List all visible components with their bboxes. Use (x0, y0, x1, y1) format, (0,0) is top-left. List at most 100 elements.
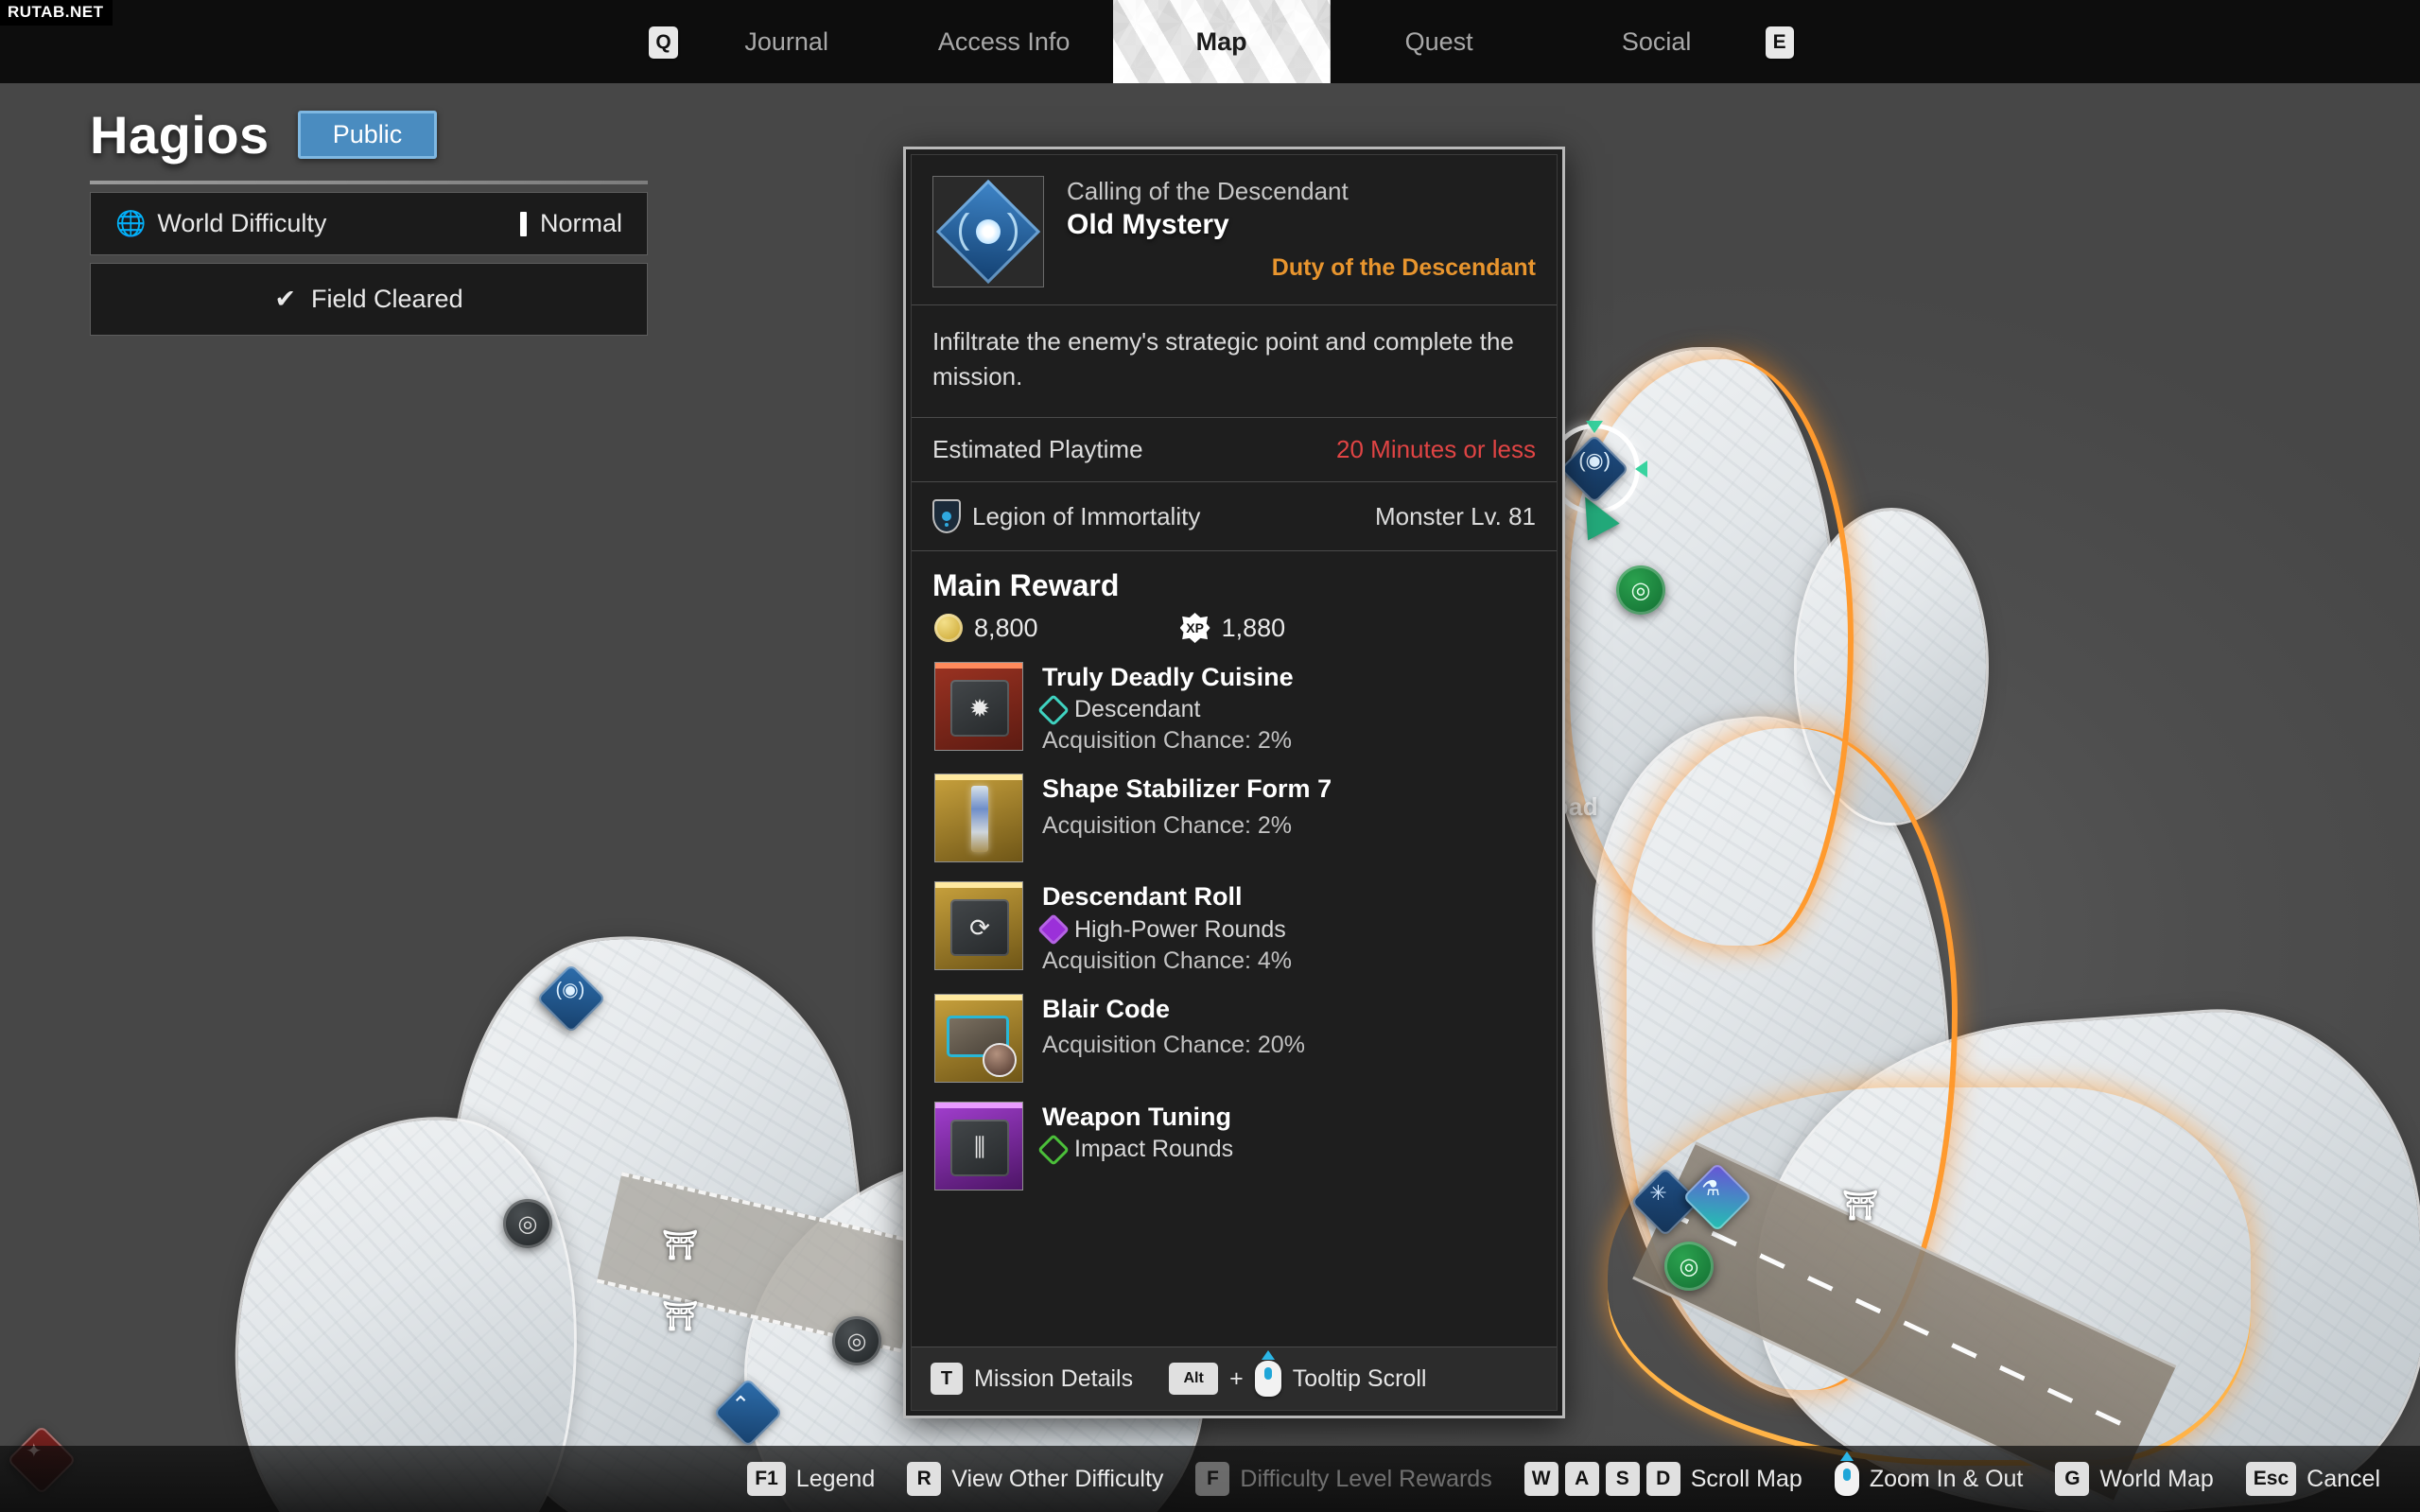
item-name: Weapon Tuning (1042, 1102, 1231, 1131)
hint-zoom[interactable]: Zoom In & Out (1834, 1451, 2023, 1496)
key-esc: Esc (2245, 1462, 2297, 1496)
public-session-button[interactable]: Public (297, 111, 438, 159)
world-difficulty-label: World Difficulty (157, 209, 327, 237)
checkmark-icon: ✔ (274, 285, 297, 313)
key-f1: F1 (747, 1462, 786, 1496)
tab-quest[interactable]: Quest (1331, 0, 1548, 83)
globe-stars-icon: 🌐 (115, 209, 147, 237)
hint-cancel[interactable]: Esc Cancel (2245, 1462, 2380, 1496)
tooltip-footer: T Mission Details Alt + Tooltip Scroll (912, 1347, 1557, 1410)
item-icon: ⫼ (934, 1101, 1023, 1190)
terrain-landmass (1797, 511, 1986, 823)
bridge-icon: ⛩ (1842, 1190, 1879, 1222)
hint-scroll-map[interactable]: W A S D Scroll Map (1523, 1462, 1802, 1496)
key-g: G (2055, 1462, 2090, 1496)
gold-reward: 8,800 (934, 614, 1038, 643)
key-t: T (931, 1363, 963, 1395)
list-item[interactable]: ⫼ Weapon Tuning Impact Rounds (934, 1096, 1557, 1204)
list-item[interactable]: ⟳ Descendant Roll High-Power Rounds Acqu… (934, 876, 1557, 987)
field-cleared-box[interactable]: ✔ Field Cleared (90, 263, 648, 336)
reward-item-list[interactable]: ✹ Truly Deadly Cuisine Descendant Acquis… (912, 656, 1557, 1347)
legion-shield-icon (932, 499, 961, 533)
currency-rewards: 8,800 XP 1,880 (912, 613, 1557, 656)
legion-row: Legion of Immortality Monster Lv. 81 (912, 482, 1557, 551)
rarity-impact-icon (1037, 1133, 1070, 1166)
outpost-marker[interactable]: ◎ (1616, 565, 1665, 615)
key-r: R (907, 1462, 942, 1496)
key-s: S (1605, 1462, 1640, 1496)
mission-header: Calling of the Descendant Old Mystery Du… (912, 155, 1557, 305)
tab-social[interactable]: Social (1548, 0, 1766, 83)
key-w: W (1523, 1462, 1558, 1496)
vault-marker[interactable]: ✳ (1630, 1167, 1700, 1237)
hint-legend[interactable]: F1 Legend (747, 1462, 875, 1496)
item-acquisition-chance: Acquisition Chance: 2% (1042, 727, 1293, 755)
xp-reward: XP 1,880 (1179, 613, 1285, 643)
mission-description: Infiltrate the enemy's strategic point a… (912, 305, 1557, 418)
site-watermark: RUTAB.NET (0, 0, 113, 26)
old-mystery-mission-icon (932, 176, 1044, 287)
estimated-playtime-label: Estimated Playtime (932, 434, 1143, 463)
list-item[interactable]: Shape Stabilizer Form 7 Acquisition Chan… (934, 768, 1557, 876)
tab-access-info[interactable]: Access Info (896, 0, 1113, 83)
mission-name: Old Mystery (1067, 208, 1229, 240)
resource-marker[interactable]: ◎ (832, 1316, 881, 1365)
world-difficulty-box[interactable]: 🌐 World Difficulty Normal (90, 192, 648, 255)
item-name: Shape Stabilizer Form 7 (1042, 774, 1332, 804)
stabilizer-tube-icon (971, 786, 988, 853)
main-reward-heading: Main Reward (932, 568, 1120, 602)
tooltip-scroll-label: Tooltip Scroll (1292, 1364, 1427, 1392)
legion-name: Legion of Immortality (972, 501, 1201, 530)
tab-journal[interactable]: Journal (678, 0, 896, 83)
mission-duty-badge: Duty of the Descendant (1271, 253, 1536, 281)
hint-world-map[interactable]: G World Map (2055, 1462, 2214, 1496)
region-title-row: Hagios Public (85, 104, 653, 179)
gold-coin-icon (934, 614, 963, 642)
game-screen: ll Road (◉) ◎ (◉) ◎ (0, 0, 2420, 1512)
bridge-icon: ⛩ (662, 1230, 699, 1261)
hint-label: World Map (2099, 1465, 2214, 1492)
bookmark-marker[interactable]: ⌃ (713, 1378, 783, 1448)
mission-marker-old-mystery[interactable]: (◉) (536, 964, 606, 1034)
mission-tooltip-panel: Calling of the Descendant Old Mystery Du… (903, 147, 1565, 1418)
research-marker[interactable]: ⚗ (1682, 1162, 1752, 1232)
prev-tab-key-q[interactable]: Q (649, 26, 678, 59)
player-position-marker[interactable]: (◉) (1541, 421, 1647, 541)
outpost-marker[interactable]: ◎ (1664, 1242, 1714, 1291)
item-name: Blair Code (1042, 994, 1171, 1023)
rarity-descendant-icon (1037, 693, 1070, 726)
list-item[interactable]: Blair Code Acquisition Chance: 20% (934, 988, 1557, 1096)
hint-label: Scroll Map (1690, 1465, 1802, 1492)
item-name: Descendant Roll (1042, 882, 1243, 912)
xp-badge-icon: XP (1179, 613, 1210, 643)
module-chip-icon: ✹ (950, 680, 1009, 737)
key-d: D (1645, 1462, 1680, 1496)
research-flask-icon: ⚗ (1682, 1162, 1752, 1232)
module-chip-icon: ⫼ (950, 1119, 1009, 1176)
item-icon: ⟳ (934, 881, 1023, 971)
next-tab-key-e[interactable]: E (1765, 26, 1794, 59)
character-portrait-icon (983, 1042, 1017, 1077)
bookmark-diamond-icon: ⌃ (713, 1378, 783, 1448)
hint-label: Legend (795, 1465, 876, 1492)
mission-details-hint[interactable]: T Mission Details (931, 1363, 1133, 1395)
item-subtype: Descendant (1074, 696, 1201, 723)
tooltip-scroll-hint[interactable]: Alt + Tooltip Scroll (1169, 1350, 1427, 1397)
outpost-icon: ◎ (1616, 565, 1665, 615)
divider (90, 181, 648, 184)
hint-view-other-difficulty[interactable]: R View Other Difficulty (907, 1462, 1163, 1496)
world-difficulty-value: Normal (539, 209, 622, 237)
tab-map[interactable]: Map (1112, 0, 1331, 83)
mouse-wheel-icon (1254, 1350, 1281, 1397)
field-cleared-label: Field Cleared (311, 285, 463, 313)
list-item[interactable]: ✹ Truly Deadly Cuisine Descendant Acquis… (934, 656, 1557, 768)
resource-marker[interactable]: ◎ (503, 1199, 552, 1248)
difficulty-level-bar-icon (519, 211, 527, 236)
estimated-playtime-row: Estimated Playtime 20 Minutes or less (912, 418, 1557, 482)
item-subtype: High-Power Rounds (1074, 915, 1286, 943)
item-icon: ✹ (934, 662, 1023, 751)
rarity-high-power-icon (1037, 913, 1070, 947)
item-acquisition-chance: Acquisition Chance: 20% (1042, 1032, 1305, 1059)
plus-sign: + (1229, 1364, 1244, 1392)
resource-icon: ◎ (503, 1199, 552, 1248)
